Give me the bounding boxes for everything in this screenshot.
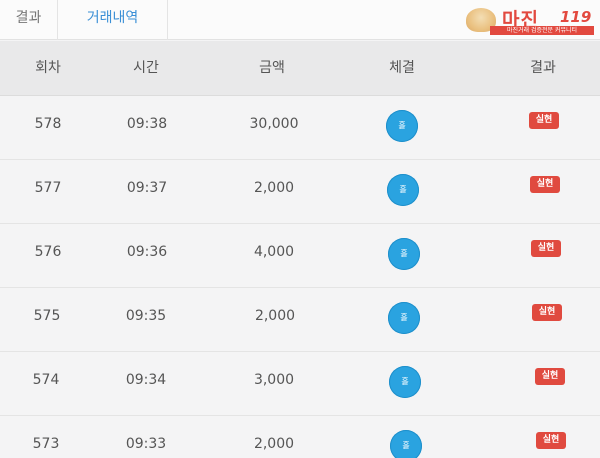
tab-bar: 결과 거래내역 마진 119 마진거래 검증전문 커뮤니티 <box>0 0 600 40</box>
result-badge: 실현 <box>532 304 562 321</box>
round-cell: 575 <box>33 308 61 324</box>
round-cell: 577 <box>34 180 62 196</box>
watermark-logo: 마진 119 마진거래 검증전문 커뮤니티 <box>462 4 596 36</box>
table-row: 574 09:34 3,000 홀 실현 <box>0 352 600 416</box>
logo-number: 119 <box>560 8 592 26</box>
execution-button[interactable]: 홀 <box>389 366 421 398</box>
time-cell: 09:36 <box>126 244 168 260</box>
execution-button[interactable]: 홀 <box>387 174 419 206</box>
time-cell: 09:35 <box>125 308 167 324</box>
amount-cell: 3,000 <box>253 372 295 388</box>
table-row: 575 09:35 2,000 홀 실현 <box>0 288 600 352</box>
column-header-round: 회차 <box>35 60 61 76</box>
result-badge: 실현 <box>530 176 560 193</box>
round-cell: 573 <box>32 436 60 452</box>
time-cell: 09:38 <box>126 116 168 132</box>
round-cell: 576 <box>34 244 62 260</box>
column-header-execution: 체결 <box>389 60 415 76</box>
result-badge: 실현 <box>536 432 566 449</box>
column-header-result: 결과 <box>530 60 556 76</box>
tab-result[interactable]: 결과 <box>0 0 58 40</box>
logo-subtitle: 마진거래 검증전문 커뮤니티 <box>490 26 594 35</box>
amount-cell: 2,000 <box>253 180 295 196</box>
result-badge: 실현 <box>535 368 565 385</box>
table-row: 573 09:33 2,000 홀 실현 <box>0 416 600 458</box>
table-row: 576 09:36 4,000 홀 실현 <box>0 224 600 288</box>
execution-button[interactable]: 홀 <box>388 238 420 270</box>
round-cell: 578 <box>34 116 62 132</box>
column-header-time: 시간 <box>133 60 159 76</box>
execution-button[interactable]: 홀 <box>386 110 418 142</box>
amount-cell: 2,000 <box>253 436 295 452</box>
time-cell: 09:37 <box>126 180 168 196</box>
round-cell: 574 <box>32 372 60 388</box>
table-row: 577 09:37 2,000 홀 실현 <box>0 160 600 224</box>
result-badge: 실현 <box>529 112 559 129</box>
execution-button[interactable]: 홀 <box>390 430 422 458</box>
time-cell: 09:34 <box>125 372 167 388</box>
execution-button[interactable]: 홀 <box>388 302 420 334</box>
table-row: 578 09:38 30,000 홀 실현 <box>0 96 600 160</box>
amount-cell: 30,000 <box>249 116 299 132</box>
time-cell: 09:33 <box>125 436 167 452</box>
result-badge: 실현 <box>531 240 561 257</box>
amount-cell: 4,000 <box>253 244 295 260</box>
column-header-amount: 금액 <box>259 60 285 76</box>
table-header: 회차 시간 금액 체결 결과 <box>0 41 600 96</box>
tab-trade-history[interactable]: 거래내역 <box>58 0 168 40</box>
amount-cell: 2,000 <box>254 308 296 324</box>
